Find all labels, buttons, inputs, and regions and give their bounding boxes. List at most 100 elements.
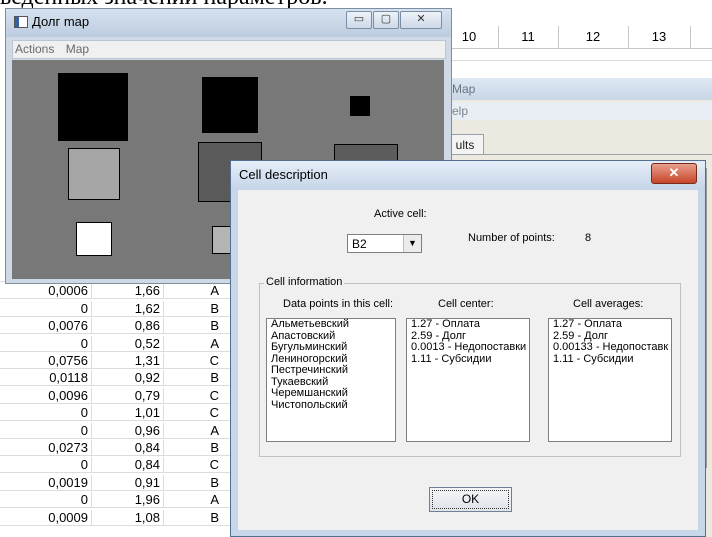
map-cell-a2[interactable]	[68, 148, 120, 200]
table-cell[interactable]: 0,79	[92, 387, 164, 404]
table-cell[interactable]: 0,84	[92, 440, 164, 456]
map-cell-a1[interactable]	[58, 73, 128, 141]
background-window-panel-edge	[706, 168, 712, 468]
map-cell-c1[interactable]	[350, 96, 370, 116]
table-cell[interactable]: B	[164, 370, 240, 387]
tab-divider	[446, 154, 712, 155]
table-cell[interactable]: 0	[0, 422, 92, 439]
table-cell[interactable]: 0	[0, 457, 92, 474]
table-cell[interactable]: 0,52	[92, 335, 164, 352]
active-cell-select[interactable]: B2 ▼	[347, 234, 422, 253]
cell-averages-label: Cell averages:	[573, 298, 644, 310]
table-cell[interactable]: 0,86	[92, 318, 164, 335]
table-cell[interactable]: 0,0019	[0, 474, 92, 491]
table-row: 0,0009 1,08 B	[0, 509, 240, 526]
table-cell[interactable]: 0	[0, 335, 92, 352]
table-cell[interactable]: 0	[0, 492, 92, 509]
chevron-down-icon[interactable]: ▼	[403, 235, 421, 252]
column-header-13[interactable]: 13	[628, 26, 691, 48]
cell-averages-listbox[interactable]: 1.27 - Оплата 2.59 - Долг 0.00133 - Недопо…	[548, 318, 672, 442]
cell-center-listbox[interactable]: 1.27 - Оплата 2.59 - Долг 0.0013 - Недопос…	[406, 318, 530, 442]
table-row: 0,0096 0,79 C	[0, 387, 240, 404]
spreadsheet-top-rows	[440, 48, 712, 72]
background-window-menu-help[interactable]: elp	[446, 102, 712, 120]
table-row: 0,0118 0,92 B	[0, 370, 240, 387]
table-cell[interactable]: C	[164, 353, 240, 369]
window-controls: ▭ ▢ ✕	[346, 11, 443, 29]
cell-average-item[interactable]: 0.00133 - Недопоставк	[549, 341, 671, 354]
table-cell[interactable]: 1,31	[92, 353, 164, 369]
table-row: 0 1,01 C	[0, 405, 240, 422]
table-cell[interactable]: C	[164, 457, 240, 474]
table-cell[interactable]: A	[164, 283, 240, 300]
table-cell[interactable]: 1,66	[92, 283, 164, 300]
table-cell[interactable]: B	[164, 440, 240, 456]
cell-average-item[interactable]: 1.27 - Оплата	[549, 319, 671, 331]
table-cell[interactable]: B	[164, 474, 240, 491]
map-cell-b1[interactable]	[202, 77, 258, 133]
data-point-item[interactable]: Бугульминский	[267, 341, 395, 354]
table-cell[interactable]: 0,0118	[0, 370, 92, 387]
table-cell[interactable]: 0,0076	[0, 318, 92, 335]
table-cell[interactable]: 0,0006	[0, 283, 92, 300]
table-cell[interactable]: 1,01	[92, 405, 164, 422]
table-cell[interactable]: C	[164, 405, 240, 422]
table-cell[interactable]: 0,91	[92, 474, 164, 491]
dialog-client-area: Active cell: B2 ▼ Number of points: 8 Ce…	[238, 190, 698, 530]
data-point-item[interactable]: Пестречинский	[267, 364, 395, 377]
cell-center-item[interactable]: 1.11 - Субсидии	[407, 353, 529, 366]
cell-center-item[interactable]: 0.0013 - Недопоставки	[407, 341, 529, 354]
dialog-title: Cell description	[239, 167, 328, 182]
map-menubar: Actions Map	[12, 40, 446, 59]
table-row: 0 1,96 A	[0, 492, 240, 509]
table-cell[interactable]: B	[164, 300, 240, 317]
table-cell[interactable]: C	[164, 387, 240, 404]
data-points-listbox[interactable]: Альметьевский Апастовский Бугульминский Лен…	[266, 318, 396, 442]
table-row: 0 1,62 B	[0, 300, 240, 317]
table-cell[interactable]: 0,84	[92, 457, 164, 474]
table-cell[interactable]: 0,96	[92, 422, 164, 439]
map-window-titlebar[interactable]: Долг map ▭ ▢ ✕	[6, 9, 451, 37]
table-cell[interactable]: 0	[0, 300, 92, 317]
table-cell[interactable]: B	[164, 509, 240, 526]
cell-information-group-title: Cell information	[264, 276, 345, 288]
data-point-item[interactable]: Альметьевский	[267, 319, 395, 331]
table-cell[interactable]: 0	[0, 405, 92, 422]
cell-description-dialog: Cell description ✕ Active cell: B2 ▼ Num…	[230, 160, 706, 537]
minimize-button[interactable]: ▭	[346, 11, 372, 29]
table-cell[interactable]: 0,0096	[0, 387, 92, 404]
table-cell[interactable]: 1,62	[92, 300, 164, 317]
menu-map[interactable]: Map	[64, 41, 95, 58]
menu-actions[interactable]: Actions	[13, 41, 60, 58]
table-cell[interactable]: 0,0756	[0, 353, 92, 369]
data-point-item[interactable]: Черемшанский	[267, 387, 395, 400]
column-header-11[interactable]: 11	[498, 26, 559, 48]
cell-average-item[interactable]: 1.11 - Субсидии	[549, 353, 671, 366]
maximize-button[interactable]: ▢	[373, 11, 399, 29]
cell-center-item[interactable]: 1.27 - Оплата	[407, 319, 529, 331]
close-button[interactable]: ✕	[400, 11, 442, 29]
table-cell[interactable]: 1,96	[92, 492, 164, 509]
dialog-close-button[interactable]: ✕	[651, 163, 697, 184]
map-window-title: Долг map	[32, 14, 90, 29]
table-cell[interactable]: 1,08	[92, 509, 164, 526]
table-cell[interactable]: A	[164, 492, 240, 509]
data-point-item[interactable]: Чистопольский	[267, 399, 395, 412]
number-of-points-value: 8	[585, 232, 592, 244]
table-cell[interactable]: A	[164, 422, 240, 439]
cell-center-label: Cell center:	[438, 298, 494, 310]
table-row: 0 0,52 A	[0, 335, 240, 352]
ok-button[interactable]: OK	[429, 487, 512, 512]
column-header-12[interactable]: 12	[558, 26, 629, 48]
table-cell[interactable]: B	[164, 318, 240, 335]
table-cell[interactable]: A	[164, 335, 240, 352]
table-cell[interactable]: 0,92	[92, 370, 164, 387]
table-cell[interactable]: 0,0273	[0, 440, 92, 456]
table-row: 0 0,84 C	[0, 457, 240, 474]
table-cell[interactable]: 0,0009	[0, 509, 92, 526]
active-cell-value: B2	[352, 237, 367, 251]
window-app-icon	[14, 16, 28, 28]
map-cell-a3[interactable]	[76, 222, 112, 256]
table-row: 0,0273 0,84 B	[0, 440, 240, 456]
dialog-titlebar[interactable]: Cell description ✕	[231, 161, 705, 189]
